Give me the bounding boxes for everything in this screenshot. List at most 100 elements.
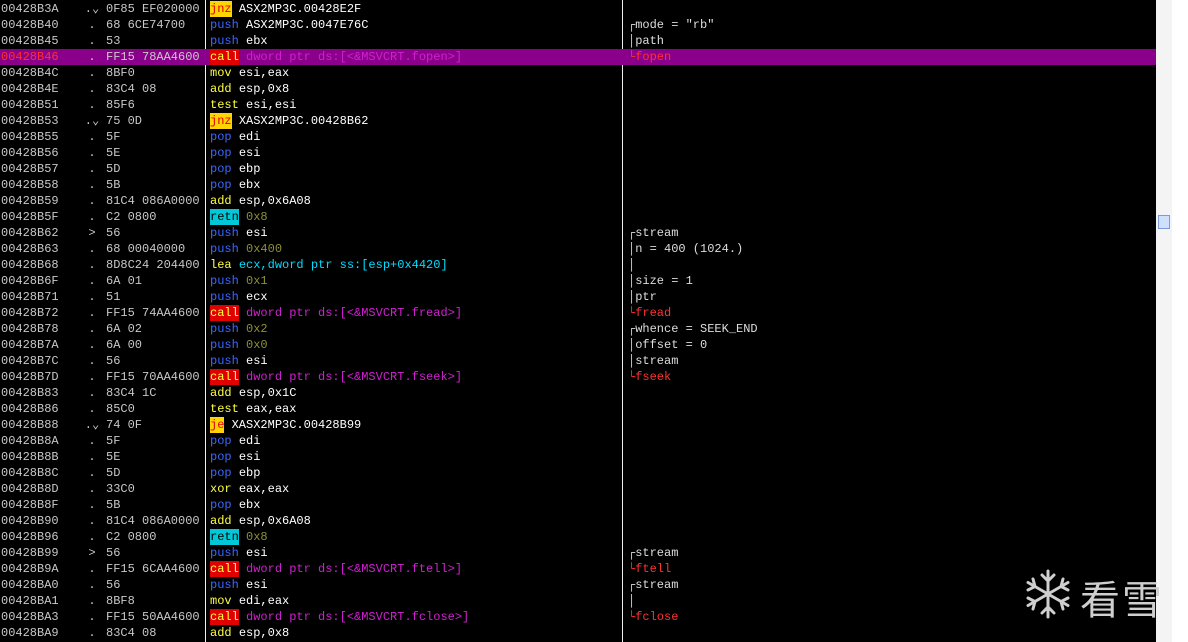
hex-bytes-cell[interactable]: 5B [106,177,204,193]
hex-bytes-cell[interactable]: C2 0800 [106,529,204,545]
comment-cell[interactable]: │stream [628,353,1156,369]
instruction-cell[interactable]: retn 0x8 [210,209,620,225]
hex-bytes-cell[interactable]: 6A 01 [106,273,204,289]
hex-bytes-cell[interactable]: 83C4 08 [106,625,204,641]
instruction-cell[interactable]: push 0x1 [210,273,620,289]
hex-bytes-cell[interactable]: 5F [106,433,204,449]
instruction-cell[interactable]: add esp,0x1C [210,385,620,401]
instruction-row[interactable]: 00428B99 >56 push esi ┌stream [0,545,1156,561]
instruction-cell[interactable]: pop edi [210,433,620,449]
instruction-cell[interactable]: push 0x0 [210,337,620,353]
hex-bytes-cell[interactable]: FF15 50AA4600 [106,609,204,625]
hex-bytes-cell[interactable]: 68 00040000 [106,241,204,257]
instruction-cell[interactable]: jnz XASX2MP3C.00428B62 [210,113,620,129]
hex-bytes-cell[interactable]: 81C4 086A0000 [106,513,204,529]
instruction-row[interactable]: 00428B55. 5F pop edi [0,129,1156,145]
hex-bytes-cell[interactable]: 85F6 [106,97,204,113]
instruction-row[interactable]: 00428B7D. FF15 70AA4600 call dword ptr ds:… [0,369,1156,385]
instruction-cell[interactable]: mov esi,eax [210,65,620,81]
instruction-row[interactable]: 00428B8F. 5B pop ebx [0,497,1156,513]
scrollbar-thumb[interactable] [1158,215,1170,229]
instruction-row[interactable]: 00428B51. 85F6 test esi,esi [0,97,1156,113]
hex-bytes-cell[interactable]: 5E [106,449,204,465]
comment-cell[interactable]: │ptr [628,289,1156,305]
instruction-row[interactable]: 00428B45. 53 push ebx │path [0,33,1156,49]
hex-bytes-cell[interactable]: 8D8C24 204400 [106,257,204,273]
comment-cell[interactable]: │ [628,257,1156,273]
instruction-row[interactable]: 00428B4C. 8BF0 mov esi,eax [0,65,1156,81]
instruction-cell[interactable]: add esp,0x8 [210,81,620,97]
instruction-cell[interactable]: push 0x400 [210,241,620,257]
instruction-row[interactable]: 00428B72. FF15 74AA4600 call dword ptr ds:… [0,305,1156,321]
instruction-row[interactable]: 00428B7A. 6A 00 push 0x0 │offset = 0 [0,337,1156,353]
instruction-row[interactable]: 00428B63. 68 00040000 push 0x400 │n = 400 (… [0,241,1156,257]
comment-cell[interactable]: ┌stream [628,225,1156,241]
instruction-row[interactable]: 00428B78. 6A 02 push 0x2 ┌whence = SEEK_END [0,321,1156,337]
instruction-row[interactable]: 00428B57. 5D pop ebp [0,161,1156,177]
comment-cell[interactable]: ┌whence = SEEK_END [628,321,1156,337]
instruction-row[interactable]: 00428B53 .⌄ 75 0D jnz XASX2MP3C.00428B62 [0,113,1156,129]
instruction-row[interactable]: 00428B40. 68 6CE74700 push ASX2MP3C.0047E7… [0,17,1156,33]
hex-bytes-cell[interactable]: 81C4 086A0000 [106,193,204,209]
instruction-cell[interactable]: mov edi,eax [210,593,620,609]
instruction-cell[interactable]: pop edi [210,129,620,145]
instruction-cell[interactable]: jnz ASX2MP3C.00428E2F [210,1,620,17]
hex-bytes-cell[interactable]: 6A 00 [106,337,204,353]
vertical-scrollbar[interactable] [1156,0,1172,642]
instruction-row[interactable]: 00428B8A. 5F pop edi [0,433,1156,449]
comment-cell[interactable]: └fopen [628,49,1156,65]
hex-bytes-cell[interactable]: 5B [106,497,204,513]
instruction-cell[interactable]: call dword ptr ds:[<&MSVCRT.fseek>] [210,369,620,385]
selected-instruction-row[interactable]: 00428B46. FF15 78AA4600 call dword ptr ds:… [0,49,1156,65]
hex-bytes-cell[interactable]: 56 [106,353,204,369]
instruction-row[interactable]: 00428BA9. 83C4 08 add esp,0x8 [0,625,1156,641]
instruction-row[interactable]: 00428B7C. 56 push esi │stream [0,353,1156,369]
hex-bytes-cell[interactable]: 5F [106,129,204,145]
comment-cell[interactable]: ┌mode = "rb" [628,17,1156,33]
hex-bytes-cell[interactable]: 74 0F [106,417,204,433]
hex-bytes-cell[interactable]: 33C0 [106,481,204,497]
hex-bytes-cell[interactable]: 56 [106,545,204,561]
instruction-cell[interactable]: call dword ptr ds:[<&MSVCRT.fclose>] [210,609,620,625]
instruction-cell[interactable]: lea ecx,dword ptr ss:[esp+0x4420] [210,257,620,273]
instruction-cell[interactable]: add esp,0x8 [210,625,620,641]
instruction-cell[interactable]: call dword ptr ds:[<&MSVCRT.ftell>] [210,561,620,577]
instruction-row[interactable]: 00428B71. 51 push ecx │ptr [0,289,1156,305]
hex-bytes-cell[interactable]: FF15 78AA4600 [106,49,204,65]
instruction-cell[interactable]: push esi [210,225,620,241]
instruction-cell[interactable]: retn 0x8 [210,529,620,545]
hex-bytes-cell[interactable]: 85C0 [106,401,204,417]
comment-cell[interactable]: │offset = 0 [628,337,1156,353]
instruction-row[interactable]: 00428B6F. 6A 01 push 0x1 │size = 1 [0,273,1156,289]
hex-bytes-cell[interactable]: 5D [106,161,204,177]
comment-cell[interactable]: │n = 400 (1024.) [628,241,1156,257]
instruction-cell[interactable]: je XASX2MP3C.00428B99 [210,417,620,433]
comment-cell[interactable]: │path [628,33,1156,49]
instruction-cell[interactable]: push ecx [210,289,620,305]
instruction-cell[interactable]: push ebx [210,33,620,49]
instruction-row[interactable]: 00428B68. 8D8C24 204400 lea ecx,dword ptr … [0,257,1156,273]
instruction-cell[interactable]: test esi,esi [210,97,620,113]
hex-bytes-cell[interactable]: 75 0D [106,113,204,129]
instruction-cell[interactable]: add esp,0x6A08 [210,513,620,529]
instruction-row[interactable]: 00428B62 >56 push esi ┌stream [0,225,1156,241]
instruction-row[interactable]: 00428B90. 81C4 086A0000 add esp,0x6A08 [0,513,1156,529]
instruction-row[interactable]: 00428B5F. C2 0800 retn 0x8 [0,209,1156,225]
hex-bytes-cell[interactable]: 83C4 1C [106,385,204,401]
instruction-cell[interactable]: push esi [210,577,620,593]
instruction-row[interactable]: 00428B86. 85C0 test eax,eax [0,401,1156,417]
hex-bytes-cell[interactable]: 8BF0 [106,65,204,81]
comment-cell[interactable]: ┌stream [628,545,1156,561]
instruction-cell[interactable]: pop esi [210,145,620,161]
hex-bytes-cell[interactable]: 0F85 EF020000 [106,1,204,17]
instruction-cell[interactable]: call dword ptr ds:[<&MSVCRT.fopen>] [210,49,620,65]
instruction-cell[interactable]: pop esi [210,449,620,465]
instruction-row[interactable]: 00428B8D. 33C0 xor eax,eax [0,481,1156,497]
instruction-cell[interactable]: pop ebx [210,177,620,193]
instruction-cell[interactable]: test eax,eax [210,401,620,417]
instruction-cell[interactable]: pop ebp [210,161,620,177]
hex-bytes-cell[interactable]: FF15 6CAA4600 [106,561,204,577]
hex-bytes-cell[interactable]: 6A 02 [106,321,204,337]
instruction-cell[interactable]: call dword ptr ds:[<&MSVCRT.fread>] [210,305,620,321]
hex-bytes-cell[interactable]: FF15 70AA4600 [106,369,204,385]
